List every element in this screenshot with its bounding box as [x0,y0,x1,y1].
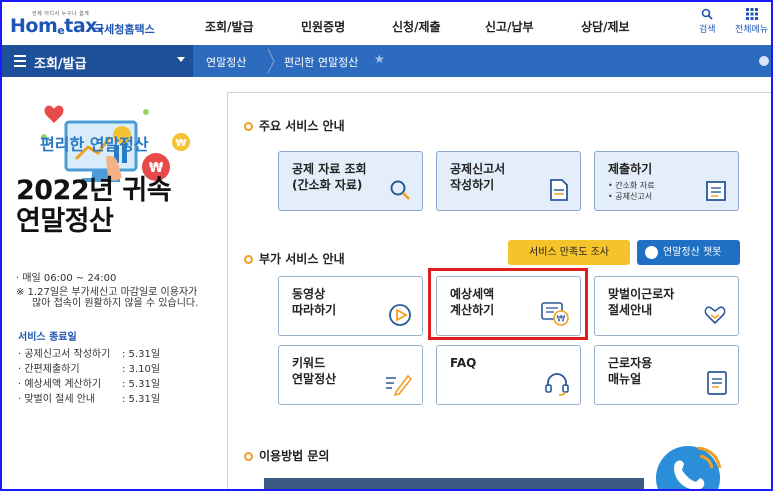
browser-frame: 언제 어디서 누구나 쉽게 Hometax. 국세청홈택스 조회/발급 민원증명… [0,0,773,491]
schedule-item: · 간편제출하기: 3.10일 [18,364,161,375]
card-keyword[interactable]: 키워드 연말정산 [278,345,423,405]
help-title: 이용방법 문의 [244,447,329,464]
notice-line2: 많아 접속이 원활하지 않을 수 있습니다. [32,298,199,309]
extra-services-title: 부가 서비스 안내 [244,250,345,267]
manual-icon [707,371,727,395]
favorite-star-icon[interactable]: ★ [374,52,385,66]
schedule-item: · 공제신고서 작성하기: 5.31일 [18,349,161,360]
breadcrumb-menu-label: 조회/발급 [34,57,87,72]
pencil-icon [386,374,412,396]
card-submit[interactable]: 제출하기 • 간소화 자료 • 공제신고서 [594,151,739,211]
document-icon [550,179,568,201]
card-label: 동영상 따라하기 [292,287,337,317]
highlight-box [428,268,588,340]
nav-item-certificates[interactable]: 민원증명 [301,18,345,35]
all-menu-button[interactable]: 전체메뉴 [735,8,768,35]
card-label: 키워드 연말정산 [292,356,337,386]
satisfaction-survey-button[interactable]: 서비스 만족도 조사 [508,240,630,265]
card-label: 맞벌이근로자 절세안내 [608,287,675,317]
card-sub-label: • 간소화 자료 [608,181,655,190]
main-services-title: 주요 서비스 안내 [244,117,345,134]
card-label: 근로자용 매뉴얼 [608,356,653,386]
card-sub-label: • 공제신고서 [608,192,653,201]
bullet-circle-icon [244,255,253,264]
service-hours: · 매일 06:00 ~ 24:00 [16,273,117,284]
hometax-logo[interactable]: 언제 어디서 누구나 쉽게 Hometax. 국세청홈택스 [10,7,160,41]
search-label: 검색 [699,25,716,35]
breadcrumb-level3[interactable]: 편리한 연말정산 [284,54,358,70]
grid-menu-icon [745,8,758,20]
breadcrumb-chevron-icon [267,48,275,74]
card-video-guide[interactable]: 동영상 따라하기 [278,276,423,336]
card-label: 제출하기 [608,162,653,176]
schedule-title: 서비스 종료일 [18,332,77,343]
card-dual-income[interactable]: 맞벌이근로자 절세안내 [594,276,739,336]
schedule-item: · 예상세액 계산하기: 5.31일 [18,379,161,390]
nav-item-inquiry[interactable]: 조회/발급 [205,18,254,35]
phone-support-icon [656,446,722,489]
notice-line1: ※ 1.27일은 부가세신고 마감일로 이용자가 [16,287,198,298]
heart-hands-icon [704,306,726,325]
headset-icon [545,373,569,396]
card-label: 공제신고서 작성하기 [450,162,506,192]
breadcrumb-menu-dropdown[interactable]: 조회/발급 [2,45,193,77]
logo-brand: Hometax. [10,15,104,37]
nav-item-filing[interactable]: 신고/납부 [485,18,534,35]
nav-item-application[interactable]: 신청/제출 [392,18,441,35]
card-faq[interactable]: FAQ [436,345,581,405]
play-icon [389,304,411,326]
list-document-icon [706,181,726,201]
nav-item-consult[interactable]: 상담/제보 [581,18,630,35]
svg-text:₩: ₩ [149,161,164,176]
card-label: FAQ [450,356,477,370]
card-worker-manual[interactable]: 근로자용 매뉴얼 [594,345,739,405]
search-button[interactable]: 검색 [699,8,716,35]
chatbot-button[interactable]: 연말정산 챗봇 [637,240,740,265]
svg-text:₩: ₩ [175,138,186,149]
hero-title: 편리한 연말정산 [40,135,149,154]
magnifier-icon [390,180,410,200]
top-header: 언제 어디서 누구나 쉽게 Hometax. 국세청홈택스 조회/발급 민원증명… [2,2,771,45]
schedule-item: · 맞벌이 절세 안내: 5.31일 [18,394,161,405]
breadcrumb-level2[interactable]: 연말정산 [206,54,246,70]
card-deduction-form[interactable]: 공제신고서 작성하기 [436,151,581,211]
all-menu-label: 전체메뉴 [735,25,769,35]
card-deduction-lookup[interactable]: 공제 자료 조회 (간소화 자료) [278,151,423,211]
breadcrumb-right-toggle[interactable] [759,56,769,66]
caret-down-icon [177,57,185,62]
hamburger-icon [14,55,26,70]
search-icon [701,8,713,20]
year-title: 2022년 귀속 연말정산 [16,175,172,237]
chatbot-icon [645,246,658,259]
card-label: 공제 자료 조회 (간소화 자료) [292,162,367,192]
help-banner [264,478,644,489]
breadcrumb: 조회/발급 연말정산 편리한 연말정산 ★ [2,45,771,77]
bullet-circle-icon [244,122,253,131]
bullet-circle-icon [244,452,253,461]
logo-subtitle: 국세청홈택스 [94,23,155,36]
